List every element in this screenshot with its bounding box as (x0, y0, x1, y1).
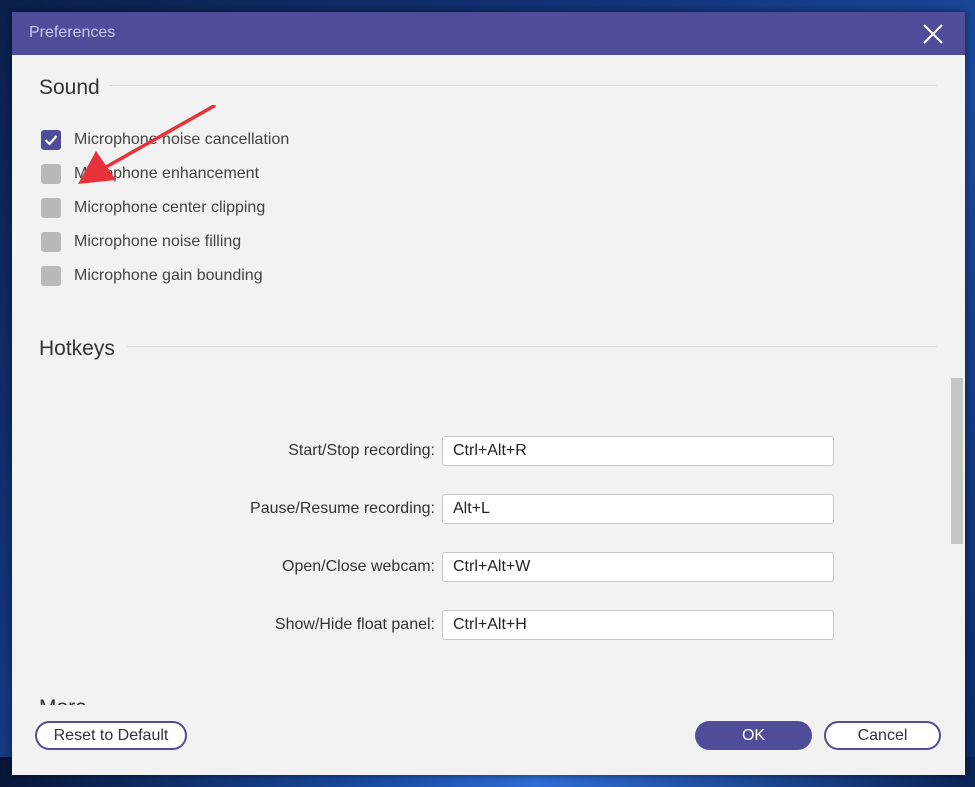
title-bar: Preferences (12, 12, 965, 55)
start-stop-label: Start/Stop recording: (288, 442, 435, 459)
close-button[interactable] (921, 22, 945, 46)
sound-section-divider (109, 85, 937, 86)
center-clipping-checkbox[interactable] (41, 198, 61, 218)
center-clipping-label: Microphone center clipping (74, 199, 266, 216)
cancel-button[interactable]: Cancel (824, 721, 941, 750)
checkmark-icon (44, 135, 58, 146)
pause-resume-hotkey-input[interactable] (442, 494, 834, 524)
enhancement-checkbox[interactable] (41, 164, 61, 184)
close-icon (923, 24, 943, 44)
preferences-content[interactable]: Sound Microphone noise cancellation Micr… (12, 55, 965, 705)
more-section-title: More (39, 696, 87, 705)
option-noise-filling[interactable]: Microphone noise filling (41, 231, 241, 253)
option-gain-bounding[interactable]: Microphone gain bounding (41, 265, 263, 287)
noise-filling-checkbox[interactable] (41, 232, 61, 252)
option-noise-cancellation[interactable]: Microphone noise cancellation (41, 129, 289, 151)
ok-button[interactable]: OK (695, 721, 812, 750)
pause-resume-label: Pause/Resume recording: (250, 500, 435, 517)
option-enhancement[interactable]: Microphone enhancement (41, 163, 259, 185)
enhancement-label: Microphone enhancement (74, 165, 260, 182)
reset-to-default-button[interactable]: Reset to Default (35, 721, 187, 750)
hotkeys-section-divider (127, 346, 937, 347)
float-panel-label: Show/Hide float panel: (274, 616, 435, 633)
hotkeys-section-title: Hotkeys (39, 337, 115, 360)
sound-section-title: Sound (39, 76, 100, 99)
noise-filling-label: Microphone noise filling (74, 233, 242, 250)
webcam-label: Open/Close webcam: (282, 558, 435, 575)
dialog-footer: Reset to Default OK Cancel (12, 705, 965, 775)
preferences-dialog: Preferences Sound Microphone noise cance… (12, 12, 965, 775)
scrollbar-thumb[interactable] (951, 378, 963, 544)
window-title: Preferences (29, 24, 116, 41)
noise-cancellation-checkbox[interactable] (41, 130, 61, 150)
gain-bounding-label: Microphone gain bounding (74, 267, 263, 284)
float-panel-hotkey-input[interactable] (442, 610, 834, 640)
webcam-hotkey-input[interactable] (442, 552, 834, 582)
noise-cancellation-label: Microphone noise cancellation (74, 131, 290, 148)
option-center-clipping[interactable]: Microphone center clipping (41, 197, 265, 219)
start-stop-hotkey-input[interactable] (442, 436, 834, 466)
gain-bounding-checkbox[interactable] (41, 266, 61, 286)
